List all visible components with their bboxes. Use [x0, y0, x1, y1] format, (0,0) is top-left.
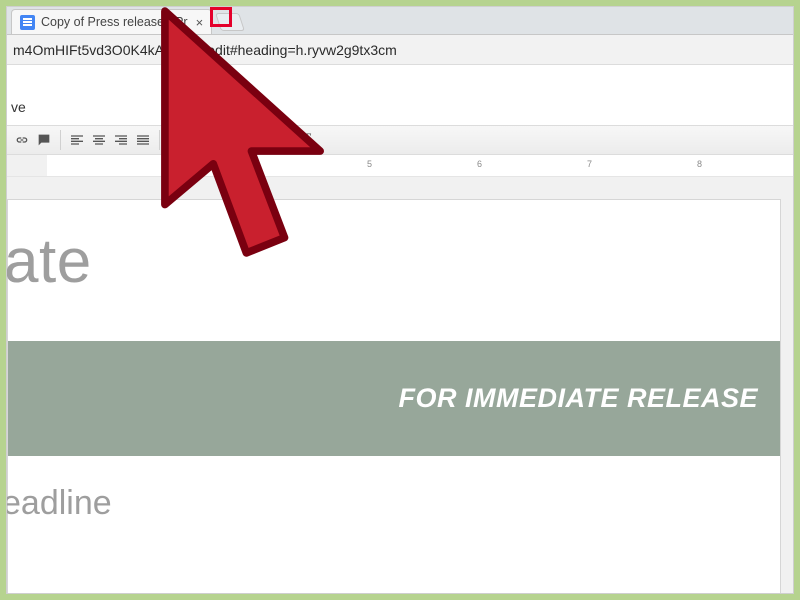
document-title-fragment[interactable]: ate	[7, 226, 780, 297]
align-justify-icon	[135, 132, 151, 148]
indent-increase-icon	[267, 132, 283, 148]
clear-formatting-icon: Tx	[302, 131, 314, 149]
numbered-list-button[interactable]	[198, 129, 220, 151]
toolbar-separator	[159, 130, 160, 150]
ruler-number: 7	[587, 159, 592, 169]
decrease-indent-button[interactable]	[242, 129, 264, 151]
align-justify-button[interactable]	[132, 129, 154, 151]
insert-link-button[interactable]	[11, 129, 33, 151]
align-center-button[interactable]	[88, 129, 110, 151]
list-bulleted-icon	[223, 132, 239, 148]
list-numbered-icon	[201, 132, 217, 148]
insert-comment-button[interactable]	[33, 129, 55, 151]
line-spacing-button[interactable]	[165, 129, 187, 151]
ruler-number: 8	[697, 159, 702, 169]
align-right-icon	[113, 132, 129, 148]
tab-title: Copy of Press release - Pr	[41, 15, 188, 29]
toolbar-separator	[192, 130, 193, 150]
docs-header-area: ve	[7, 65, 793, 125]
comment-icon	[36, 132, 52, 148]
ruler-left-margin	[7, 155, 47, 176]
browser-tab[interactable]: Copy of Press release - Pr ×	[11, 9, 212, 34]
indent-decrease-icon	[245, 132, 261, 148]
horizontal-ruler[interactable]: 5 6 7 8	[7, 155, 793, 177]
window-frame: Copy of Press release - Pr × m4OmHIFt5vd…	[6, 6, 794, 594]
address-bar: m4OmHIFt5vd3O0K4kAd TfL0/edit#heading=h.…	[7, 35, 793, 65]
annotation-highlight-box	[210, 7, 232, 27]
align-right-button[interactable]	[110, 129, 132, 151]
headline-fragment[interactable]: eadline	[7, 484, 780, 523]
increase-indent-button[interactable]	[264, 129, 286, 151]
browser-tabstrip: Copy of Press release - Pr ×	[7, 7, 793, 35]
clear-formatting-button[interactable]: Tx	[297, 129, 319, 151]
link-icon	[14, 132, 30, 148]
ruler-number: 6	[477, 159, 482, 169]
document-page[interactable]: ate FOR IMMEDIATE RELEASE eadline	[7, 199, 781, 593]
toolbar-separator	[291, 130, 292, 150]
tab-close-button[interactable]: ×	[194, 15, 206, 30]
toolbar-separator	[60, 130, 61, 150]
ruler-number: 5	[367, 159, 372, 169]
bulleted-list-button[interactable]	[220, 129, 242, 151]
line-spacing-icon	[168, 132, 184, 148]
release-banner[interactable]: FOR IMMEDIATE RELEASE	[8, 341, 780, 456]
align-left-button[interactable]	[66, 129, 88, 151]
docs-toolbar: Tx	[7, 125, 793, 155]
align-center-icon	[91, 132, 107, 148]
document-canvas[interactable]: ate FOR IMMEDIATE RELEASE eadline	[7, 177, 793, 593]
text-fragment-ve: ve	[11, 99, 26, 115]
docs-favicon-icon	[20, 15, 35, 30]
align-left-icon	[69, 132, 85, 148]
url-text[interactable]: m4OmHIFt5vd3O0K4kAd TfL0/edit#heading=h.…	[13, 42, 397, 58]
